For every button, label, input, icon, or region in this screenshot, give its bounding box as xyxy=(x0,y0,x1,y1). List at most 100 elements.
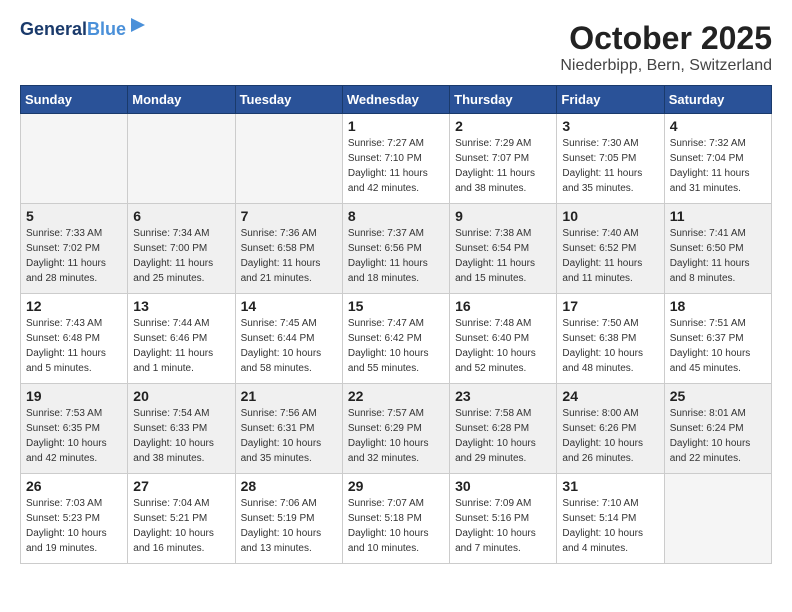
calendar-cell: 22 Sunrise: 7:57 AMSunset: 6:29 PMDayligh… xyxy=(342,384,449,474)
calendar-cell: 12 Sunrise: 7:43 AMSunset: 6:48 PMDayligh… xyxy=(21,294,128,384)
calendar-cell: 24 Sunrise: 8:00 AMSunset: 6:26 PMDayligh… xyxy=(557,384,664,474)
weekday-header-saturday: Saturday xyxy=(664,86,771,114)
day-number: 14 xyxy=(241,298,337,314)
logo-text: GeneralBlue xyxy=(20,20,126,40)
weekday-header-sunday: Sunday xyxy=(21,86,128,114)
day-info: Sunrise: 7:03 AMSunset: 5:23 PMDaylight:… xyxy=(26,496,122,556)
calendar-cell: 21 Sunrise: 7:56 AMSunset: 6:31 PMDayligh… xyxy=(235,384,342,474)
day-number: 24 xyxy=(562,388,658,404)
calendar-cell: 2Sunrise: 7:29 AMSunset: 7:07 PMDaylight… xyxy=(450,114,557,204)
calendar-row-1: 5 Sunrise: 7:33 AMSunset: 7:02 PMDaylight… xyxy=(21,204,772,294)
day-number: 7 xyxy=(241,208,337,224)
day-number: 18 xyxy=(670,298,766,314)
day-number: 13 xyxy=(133,298,229,314)
calendar-cell: 23 Sunrise: 7:58 AMSunset: 6:28 PMDayligh… xyxy=(450,384,557,474)
day-number: 15 xyxy=(348,298,444,314)
day-info: Sunrise: 8:01 AMSunset: 6:24 PMDaylight:… xyxy=(670,406,766,466)
calendar-cell: 13Sunrise: 7:44 AMSunset: 6:46 PMDayligh… xyxy=(128,294,235,384)
day-info: Sunrise: 7:45 AMSunset: 6:44 PMDaylight:… xyxy=(241,316,337,376)
day-number: 20 xyxy=(133,388,229,404)
calendar-cell: 18 Sunrise: 7:51 AMSunset: 6:37 PMDayligh… xyxy=(664,294,771,384)
day-info: Sunrise: 7:07 AMSunset: 5:18 PMDaylight:… xyxy=(348,496,444,556)
day-number: 19 xyxy=(26,388,122,404)
day-info: Sunrise: 7:06 AMSunset: 5:19 PMDaylight:… xyxy=(241,496,337,556)
calendar-row-4: 26 Sunrise: 7:03 AMSunset: 5:23 PMDayligh… xyxy=(21,474,772,564)
day-number: 9 xyxy=(455,208,551,224)
day-number: 1 xyxy=(348,118,444,134)
calendar-cell: 20Sunrise: 7:54 AMSunset: 6:33 PMDayligh… xyxy=(128,384,235,474)
calendar-row-2: 12 Sunrise: 7:43 AMSunset: 6:48 PMDayligh… xyxy=(21,294,772,384)
day-number: 30 xyxy=(455,478,551,494)
calendar-cell: 11 Sunrise: 7:41 AMSunset: 6:50 PMDayligh… xyxy=(664,204,771,294)
calendar-cell: 28 Sunrise: 7:06 AMSunset: 5:19 PMDayligh… xyxy=(235,474,342,564)
location: Niederbipp, Bern, Switzerland xyxy=(560,57,772,75)
calendar-cell: 4Sunrise: 7:32 AMSunset: 7:04 PMDaylight… xyxy=(664,114,771,204)
day-info: Sunrise: 7:57 AMSunset: 6:29 PMDaylight:… xyxy=(348,406,444,466)
weekday-header-friday: Friday xyxy=(557,86,664,114)
day-info: Sunrise: 7:43 AMSunset: 6:48 PMDaylight:… xyxy=(26,316,122,376)
calendar-cell: 30Sunrise: 7:09 AMSunset: 5:16 PMDayligh… xyxy=(450,474,557,564)
calendar-cell: 17 Sunrise: 7:50 AMSunset: 6:38 PMDayligh… xyxy=(557,294,664,384)
calendar-cell: 5 Sunrise: 7:33 AMSunset: 7:02 PMDaylight… xyxy=(21,204,128,294)
day-number: 3 xyxy=(562,118,658,134)
day-info: Sunrise: 7:47 AMSunset: 6:42 PMDaylight:… xyxy=(348,316,444,376)
day-info: Sunrise: 7:04 AMSunset: 5:21 PMDaylight:… xyxy=(133,496,229,556)
day-number: 16 xyxy=(455,298,551,314)
calendar-cell: 29Sunrise: 7:07 AMSunset: 5:18 PMDayligh… xyxy=(342,474,449,564)
calendar-row-0: 1 Sunrise: 7:27 AMSunset: 7:10 PMDaylight… xyxy=(21,114,772,204)
day-info: Sunrise: 7:53 AMSunset: 6:35 PMDaylight:… xyxy=(26,406,122,466)
calendar-cell: 7Sunrise: 7:36 AMSunset: 6:58 PMDaylight… xyxy=(235,204,342,294)
month-title: October 2025 xyxy=(560,20,772,57)
calendar-cell: 3 Sunrise: 7:30 AMSunset: 7:05 PMDaylight… xyxy=(557,114,664,204)
day-info: Sunrise: 7:56 AMSunset: 6:31 PMDaylight:… xyxy=(241,406,337,466)
weekday-header-monday: Monday xyxy=(128,86,235,114)
weekday-header-row: SundayMondayTuesdayWednesdayThursdayFrid… xyxy=(21,86,772,114)
day-info: Sunrise: 7:48 AMSunset: 6:40 PMDaylight:… xyxy=(455,316,551,376)
calendar-table: SundayMondayTuesdayWednesdayThursdayFrid… xyxy=(20,85,772,564)
day-number: 11 xyxy=(670,208,766,224)
day-number: 28 xyxy=(241,478,337,494)
day-info: Sunrise: 7:37 AMSunset: 6:56 PMDaylight:… xyxy=(348,226,444,286)
calendar-cell: 8 Sunrise: 7:37 AMSunset: 6:56 PMDaylight… xyxy=(342,204,449,294)
calendar-cell xyxy=(21,114,128,204)
day-info: Sunrise: 7:10 AMSunset: 5:14 PMDaylight:… xyxy=(562,496,658,556)
calendar-cell: 14 Sunrise: 7:45 AMSunset: 6:44 PMDayligh… xyxy=(235,294,342,384)
day-info: Sunrise: 7:51 AMSunset: 6:37 PMDaylight:… xyxy=(670,316,766,376)
day-number: 10 xyxy=(562,208,658,224)
day-number: 2 xyxy=(455,118,551,134)
day-info: Sunrise: 7:33 AMSunset: 7:02 PMDaylight:… xyxy=(26,226,122,286)
day-number: 21 xyxy=(241,388,337,404)
day-info: Sunrise: 7:30 AMSunset: 7:05 PMDaylight:… xyxy=(562,136,658,196)
day-number: 12 xyxy=(26,298,122,314)
weekday-header-tuesday: Tuesday xyxy=(235,86,342,114)
day-number: 22 xyxy=(348,388,444,404)
day-info: Sunrise: 7:41 AMSunset: 6:50 PMDaylight:… xyxy=(670,226,766,286)
weekday-header-wednesday: Wednesday xyxy=(342,86,449,114)
day-number: 26 xyxy=(26,478,122,494)
calendar-cell: 16 Sunrise: 7:48 AMSunset: 6:40 PMDayligh… xyxy=(450,294,557,384)
day-number: 27 xyxy=(133,478,229,494)
day-number: 6 xyxy=(133,208,229,224)
calendar-cell: 19 Sunrise: 7:53 AMSunset: 6:35 PMDayligh… xyxy=(21,384,128,474)
day-number: 31 xyxy=(562,478,658,494)
day-info: Sunrise: 7:27 AMSunset: 7:10 PMDaylight:… xyxy=(348,136,444,196)
calendar-cell: 27 Sunrise: 7:04 AMSunset: 5:21 PMDayligh… xyxy=(128,474,235,564)
day-number: 25 xyxy=(670,388,766,404)
logo-arrow-icon xyxy=(129,16,147,34)
calendar-cell: 15 Sunrise: 7:47 AMSunset: 6:42 PMDayligh… xyxy=(342,294,449,384)
calendar-cell xyxy=(664,474,771,564)
calendar-cell xyxy=(235,114,342,204)
day-info: Sunrise: 7:50 AMSunset: 6:38 PMDaylight:… xyxy=(562,316,658,376)
day-info: Sunrise: 7:58 AMSunset: 6:28 PMDaylight:… xyxy=(455,406,551,466)
day-info: Sunrise: 7:34 AMSunset: 7:00 PMDaylight:… xyxy=(133,226,229,286)
day-info: Sunrise: 8:00 AMSunset: 6:26 PMDaylight:… xyxy=(562,406,658,466)
day-number: 5 xyxy=(26,208,122,224)
calendar-cell: 10Sunrise: 7:40 AMSunset: 6:52 PMDayligh… xyxy=(557,204,664,294)
calendar-cell: 6 Sunrise: 7:34 AMSunset: 7:00 PMDaylight… xyxy=(128,204,235,294)
day-number: 23 xyxy=(455,388,551,404)
calendar-cell: 26 Sunrise: 7:03 AMSunset: 5:23 PMDayligh… xyxy=(21,474,128,564)
page-header: GeneralBlue October 2025 Niederbipp, Ber… xyxy=(20,20,772,75)
day-number: 17 xyxy=(562,298,658,314)
day-info: Sunrise: 7:32 AMSunset: 7:04 PMDaylight:… xyxy=(670,136,766,196)
day-number: 8 xyxy=(348,208,444,224)
